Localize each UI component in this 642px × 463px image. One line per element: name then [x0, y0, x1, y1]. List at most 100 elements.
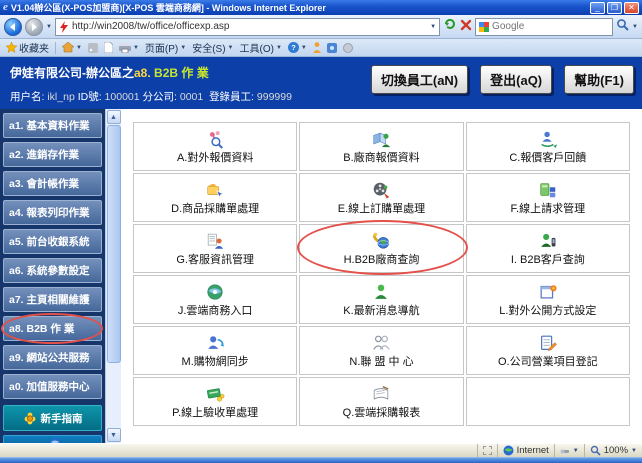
logout-button[interactable]: 登出(aQ)	[480, 65, 552, 94]
search-box[interactable]	[475, 18, 613, 36]
window-titlebar: e V1.04辦公區(X-POS加盟商)[X-POS 雲端商務網] - Wind…	[0, 0, 642, 15]
close-button[interactable]: ✕	[624, 2, 639, 14]
grid-item-a-external-quotes[interactable]: A.對外報價資料	[133, 122, 297, 171]
addon-circle-icon	[343, 43, 353, 53]
function-grid: A.對外報價資料 B.廠商報價資料 C.報價客戶回饋	[133, 122, 630, 426]
grid-item-k-latest-news[interactable]: K.最新消息導航	[299, 275, 463, 324]
alliance-people-icon	[371, 333, 391, 353]
grid-item-o-business-registration[interactable]: O.公司營業項目登記	[466, 326, 630, 375]
sidebar-item-partial[interactable]	[3, 435, 102, 443]
scroll-down-icon[interactable]: ▼	[107, 428, 121, 442]
grid-item-i-b2b-customer-query[interactable]: I. B2B客戶查詢	[466, 224, 630, 273]
grid-item-c-quote-feedback[interactable]: C.報價客戶回饋	[466, 122, 630, 171]
history-dropdown-icon[interactable]: ▼	[46, 24, 52, 30]
sync-person-icon	[205, 333, 225, 353]
sidebar-item-a7[interactable]: a7. 主頁相關維護	[3, 287, 102, 312]
grid-item-e-online-orders[interactable]: E.線上訂購單處理	[299, 173, 463, 222]
sidebar-item-a1[interactable]: a1. 基本資料作業	[3, 113, 102, 138]
sidebar-item-a4[interactable]: a4. 報表列印作業	[3, 200, 102, 225]
svg-text:?: ?	[291, 43, 296, 52]
search-magnifier-icon[interactable]	[616, 18, 629, 36]
sidebar-scrollbar[interactable]: ▲ ▼	[105, 109, 121, 443]
sidebar-item-a8-b2b[interactable]: a8. B2B 作 業	[3, 316, 102, 341]
taskbar-edge	[0, 457, 642, 463]
user-id: 100001	[105, 91, 140, 103]
settings-wrench-icon	[560, 446, 570, 456]
grid-item-q-cloud-purchase-reports[interactable]: Q.雲端採購報表	[299, 377, 463, 426]
ie-logo-icon: e	[3, 2, 8, 13]
scrollbar-track[interactable]	[107, 125, 121, 427]
search-options-dropdown-icon[interactable]: ▼	[632, 24, 638, 30]
login-employee: 999999	[257, 91, 292, 103]
grid-item-f-online-requests[interactable]: F.線上請求管理	[466, 173, 630, 222]
phone-globe-icon	[371, 231, 391, 251]
search-input[interactable]	[492, 21, 609, 32]
online-order-icon	[371, 180, 391, 200]
back-icon[interactable]	[4, 18, 22, 36]
page-menu[interactable]: 页面(P)▼	[145, 40, 186, 55]
restore-button[interactable]: ❐	[607, 2, 622, 14]
favorites-button[interactable]: 收藏夹	[6, 40, 49, 55]
security-menu[interactable]: 安全(S)▼	[192, 40, 233, 55]
grid-item-d-purchase-orders[interactable]: D.商品採購單處理	[133, 173, 297, 222]
grid-item-n-alliance-center[interactable]: N.聯 盟 中 心	[299, 326, 463, 375]
report-book-icon	[371, 384, 391, 404]
quote-search-icon	[205, 129, 225, 149]
scrollbar-thumb[interactable]	[107, 125, 121, 363]
page-icon	[104, 42, 113, 53]
stop-icon[interactable]	[460, 18, 472, 36]
address-dropdown-icon[interactable]: ▼	[430, 24, 436, 30]
grid-item-m-shop-sync[interactable]: M.購物網同步	[133, 326, 297, 375]
zoom-dropdown-icon[interactable]: ▼	[631, 448, 637, 454]
sidebar-item-a5[interactable]: a5. 前台收銀系統	[3, 229, 102, 254]
grid-item-h-b2b-vendor-query[interactable]: H.B2B廠商查詢	[299, 224, 463, 273]
feed-button[interactable]	[88, 43, 98, 53]
status-zone-pane: Internet	[497, 444, 554, 457]
grid-item-j-cloud-portal[interactable]: J.雲端商務入口	[133, 275, 297, 324]
sidebar-item-a6[interactable]: a6. 系統參數設定	[3, 258, 102, 283]
sidebar-item-beginner-guide[interactable]: 新手指南	[3, 405, 102, 431]
help-button[interactable]: 幫助(F1)	[564, 65, 634, 94]
grid-item-b-vendor-quotes[interactable]: B.廠商報價資料	[299, 122, 463, 171]
status-protected-pane[interactable]: ▼	[554, 444, 584, 457]
publish-settings-icon	[538, 282, 558, 302]
header-buttons: 切換員工(aN) 登出(aQ) 幫助(F1)	[371, 65, 634, 94]
print-button[interactable]: ▼	[119, 43, 139, 53]
flower-badge-icon	[23, 411, 37, 425]
switch-employee-button[interactable]: 切換員工(aN)	[371, 65, 468, 94]
sidebar-item-a9[interactable]: a9. 網站公共服務	[3, 345, 102, 370]
addon-button-1[interactable]	[313, 42, 321, 53]
address-input[interactable]	[72, 21, 427, 32]
feed-icon	[88, 43, 98, 53]
status-bar: Internet ▼ 100% ▼	[0, 443, 642, 457]
forward-icon[interactable]	[25, 18, 43, 36]
page-read-button[interactable]	[104, 42, 113, 53]
protected-dropdown-icon[interactable]: ▼	[573, 448, 579, 454]
favorites-star-icon	[6, 42, 17, 53]
minimize-button[interactable]: _	[590, 2, 605, 14]
addon-button-2[interactable]	[327, 43, 337, 53]
addon-button-3[interactable]	[343, 43, 353, 53]
home-button[interactable]: ▼	[62, 42, 82, 53]
scroll-up-icon[interactable]: ▲	[107, 110, 121, 124]
grid-item-p-online-receiving[interactable]: P.線上驗收單處理	[133, 377, 297, 426]
navigation-bar: ▼ ▼ ▼	[0, 15, 642, 39]
status-zoom-pane[interactable]: 100% ▼	[584, 444, 642, 457]
sidebar-item-a0[interactable]: a0. 加值服務中心	[3, 374, 102, 399]
zoom-level: 100%	[604, 445, 628, 456]
address-bar[interactable]: ▼	[55, 18, 440, 36]
command-bar: 收藏夹 ▼ ▼ 页面(P)▼ 安全(S)▼ 工具(O)▼ ? ▼	[0, 39, 642, 57]
tools-menu[interactable]: 工具(O)▼	[240, 40, 282, 55]
content-area: a1. 基本資料作業 a2. 進銷存作業 a3. 會計帳作業 a4. 報表列印作…	[0, 109, 642, 443]
grid-item-g-service-info[interactable]: G.客服資訊管理	[133, 224, 297, 273]
refresh-icon[interactable]	[443, 17, 457, 36]
status-page-pane	[477, 444, 497, 457]
register-notepad-icon	[538, 333, 558, 353]
sidebar-item-a3[interactable]: a3. 會計帳作業	[3, 171, 102, 196]
globe-portal-icon	[205, 282, 225, 302]
user-name: ikl_np	[47, 91, 74, 103]
help-menu[interactable]: ? ▼	[288, 42, 307, 53]
addon-messenger-icon	[327, 43, 337, 53]
grid-item-l-public-settings[interactable]: L.對外公開方式設定	[466, 275, 630, 324]
sidebar-item-a2[interactable]: a2. 進銷存作業	[3, 142, 102, 167]
